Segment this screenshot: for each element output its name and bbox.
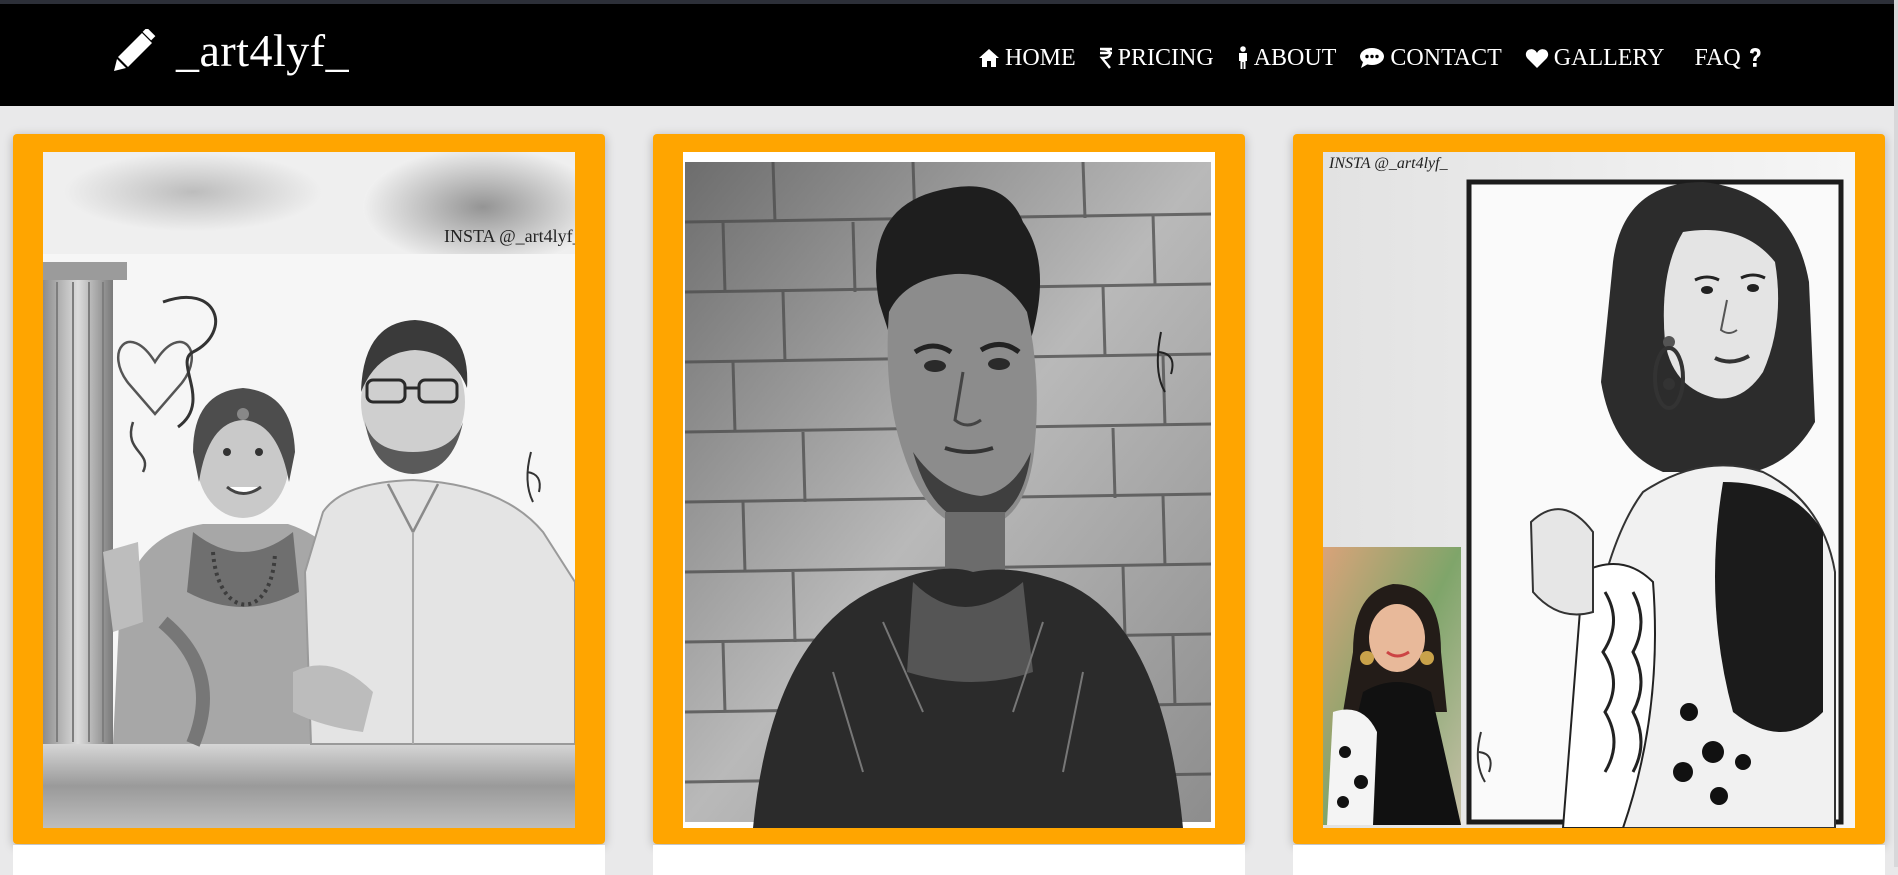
question-icon (1749, 48, 1761, 67)
nav-gallery-label: GALLERY (1553, 45, 1665, 71)
artwork-image[interactable]: INSTA @_art4lyf_ (1323, 152, 1855, 828)
home-icon (979, 49, 999, 67)
page-scrollbar[interactable] (1894, 0, 1898, 867)
brand-link[interactable]: _art4lyf_ (112, 26, 349, 76)
card-footer (13, 845, 605, 875)
nav-contact-label: CONTACT (1390, 45, 1502, 71)
heart-icon (1525, 48, 1548, 68)
artwork-image[interactable]: INSTA @_art4lyf_ (43, 152, 575, 828)
artwork-watermark: INSTA @_art4lyf_ (1328, 155, 1449, 172)
card-footer (1293, 845, 1885, 875)
nav-faq[interactable]: FAQ (1694, 44, 1761, 72)
nav-pricing[interactable]: PRICING (1099, 44, 1214, 72)
nav-home[interactable]: HOME (978, 44, 1076, 72)
pencil-icon (114, 29, 156, 71)
gallery-card[interactable]: INSTA @_art4lyf_ (1293, 134, 1885, 875)
woman-portrait-sketch: INSTA @_art4lyf_ (1323, 152, 1855, 828)
chat-icon (1360, 48, 1385, 68)
nav-gallery[interactable]: GALLERY (1525, 44, 1665, 72)
main-nav: HOME PRICING ABOUT CONTACT GALLERY FAQ (978, 44, 1762, 72)
brand-name: _art4lyf_ (176, 25, 350, 76)
rupee-icon (1099, 47, 1112, 69)
couple-portrait-sketch: INSTA @_art4lyf_ (43, 152, 575, 828)
nav-contact[interactable]: CONTACT (1359, 44, 1502, 72)
artwork-image[interactable] (683, 152, 1215, 828)
nav-about-label: ABOUT (1253, 45, 1337, 71)
man-portrait-sketch (683, 152, 1215, 828)
nav-about[interactable]: ABOUT (1237, 44, 1337, 72)
card-footer (653, 845, 1245, 875)
gallery-card[interactable]: INSTA @_art4lyf_ (13, 134, 605, 875)
gallery-card[interactable] (653, 134, 1245, 875)
nav-faq-label: FAQ (1694, 45, 1741, 71)
nav-home-label: HOME (1005, 45, 1076, 71)
navbar: _art4lyf_ HOME PRICING ABOUT CONTACT GAL… (0, 4, 1898, 106)
person-icon (1238, 46, 1247, 69)
nav-pricing-label: PRICING (1117, 45, 1214, 71)
artwork-watermark: INSTA @_art4lyf_ (444, 226, 575, 246)
